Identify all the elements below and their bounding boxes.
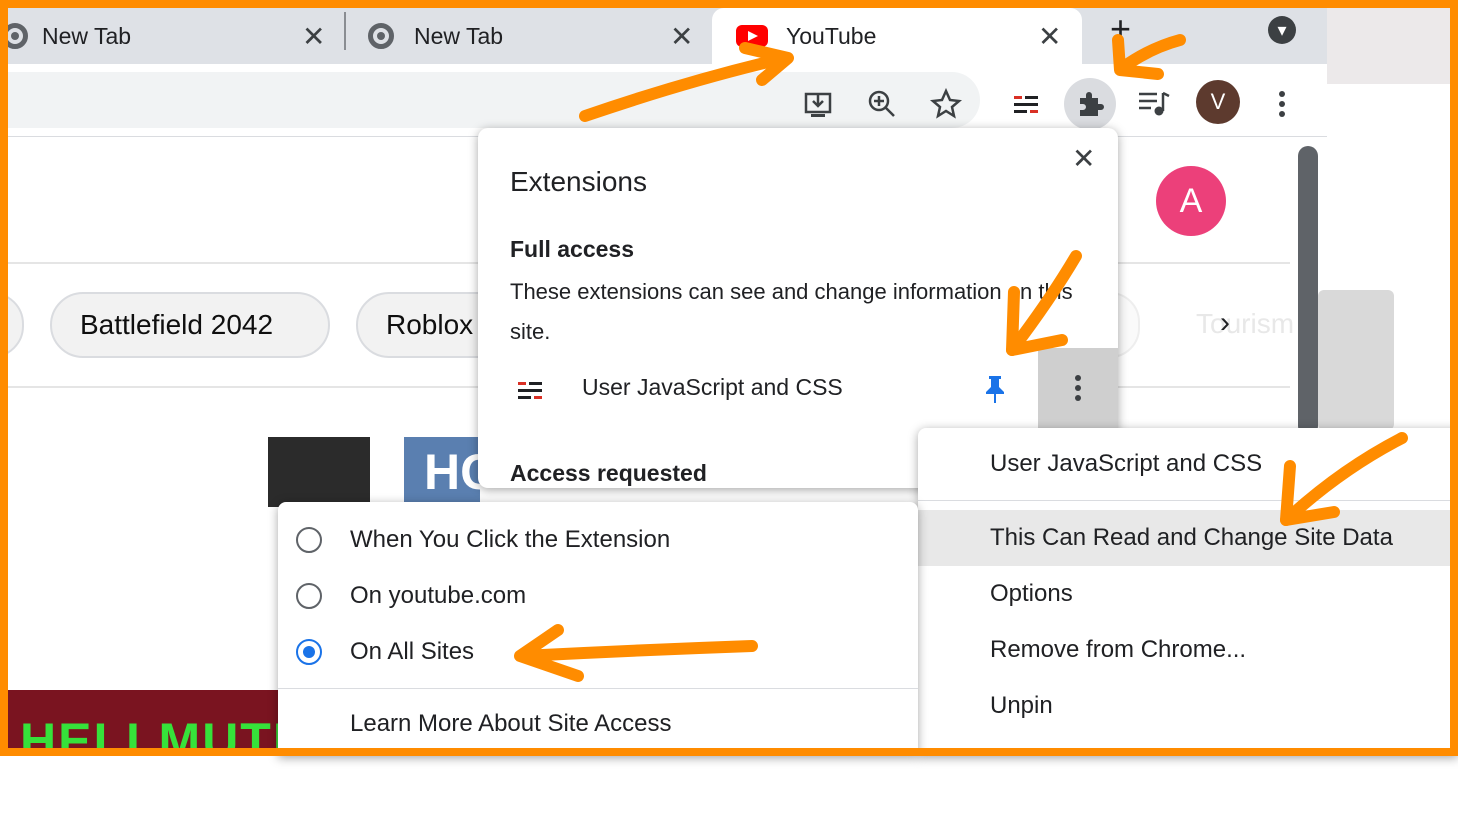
divider <box>278 688 918 689</box>
menu-item-remove[interactable]: Remove from Chrome... <box>918 622 1458 678</box>
user-js-css-icon[interactable] <box>1006 84 1046 124</box>
window-background <box>1327 0 1458 84</box>
profile-avatar[interactable]: V <box>1194 78 1242 126</box>
zoom-icon[interactable] <box>862 84 902 124</box>
close-icon[interactable]: ✕ <box>302 20 325 53</box>
tab-search-icon[interactable]: ▾ <box>1268 16 1296 44</box>
popup-title: Extensions <box>510 166 647 197</box>
radio-button-selected[interactable] <box>296 639 322 665</box>
extension-name: User JavaScript and CSS <box>582 374 843 400</box>
pin-icon[interactable] <box>984 374 1006 411</box>
thumbnail-text: HELLMUTH <box>20 713 280 756</box>
divider <box>918 500 1458 501</box>
youtube-icon <box>736 25 768 47</box>
chip-battlefield[interactable]: Battlefield 2042 <box>50 292 330 358</box>
install-icon[interactable] <box>798 84 838 124</box>
toolbar <box>0 64 1327 137</box>
menu-item-site-data[interactable]: This Can Read and Change Site Data <box>918 510 1458 566</box>
radio-option-on-click[interactable]: When You Click the Extension <box>278 512 918 568</box>
youtube-account-avatar[interactable]: A <box>1156 166 1226 236</box>
chip-partial[interactable] <box>0 292 24 358</box>
tab-label: YouTube <box>786 22 877 49</box>
site-access-submenu: When You Click the Extension On youtube.… <box>278 502 918 756</box>
radio-button[interactable] <box>296 583 322 609</box>
close-icon[interactable]: ✕ <box>1038 20 1061 53</box>
menu-item-options[interactable]: Options <box>918 566 1458 622</box>
tab-new-tab-2[interactable]: New Tab ✕ <box>368 8 712 64</box>
learn-more-link[interactable]: Learn More About Site Access <box>350 710 672 738</box>
chrome-icon <box>368 23 394 49</box>
video-thumbnail[interactable] <box>1318 290 1394 430</box>
user-js-css-icon <box>518 380 542 399</box>
chrome-icon <box>2 23 28 49</box>
more-actions-icon[interactable] <box>1038 348 1118 428</box>
radio-button[interactable] <box>296 527 322 553</box>
access-requested-heading: Access requested <box>510 460 707 486</box>
video-thumbnail[interactable] <box>268 437 370 507</box>
full-access-description: These extensions can see and change info… <box>510 279 1073 344</box>
scrollbar[interactable] <box>1298 146 1318 436</box>
tab-strip: New Tab ✕ New Tab ✕ YouTube ✕ + ▾ <box>0 0 1327 64</box>
new-tab-button[interactable]: + <box>1110 8 1131 50</box>
tab-new-tab-1[interactable]: New Tab ✕ <box>0 8 344 64</box>
tab-separator <box>344 12 346 50</box>
bookmark-star-icon[interactable] <box>926 84 966 124</box>
extension-row[interactable]: User JavaScript and CSS <box>478 348 1118 428</box>
radio-option-on-site[interactable]: On youtube.com <box>278 568 918 624</box>
menu-item-unpin[interactable]: Unpin <box>918 678 1458 734</box>
radio-label: When You Click the Extension <box>350 526 671 553</box>
context-menu-title[interactable]: User JavaScript and CSS <box>918 436 1458 492</box>
radio-label: On All Sites <box>350 638 475 665</box>
chip-tourism-faded[interactable]: Tourism <box>1196 308 1294 340</box>
extensions-puzzle-icon[interactable] <box>1064 78 1116 130</box>
video-thumbnail[interactable]: HELLMUTH <box>0 690 280 756</box>
tab-label: New Tab <box>42 22 132 49</box>
profile-initial: V <box>1196 80 1240 124</box>
close-icon[interactable]: ✕ <box>670 20 693 53</box>
full-access-heading: Full access <box>510 236 635 262</box>
media-queue-icon[interactable] <box>1134 84 1174 124</box>
more-menu-icon[interactable] <box>1262 84 1302 124</box>
video-thumbnail[interactable]: HC <box>404 437 480 507</box>
tab-label: New Tab <box>414 22 504 49</box>
extension-context-menu: User JavaScript and CSS This Can Read an… <box>918 428 1458 756</box>
chevron-right-icon[interactable]: › <box>1220 306 1230 340</box>
tab-youtube[interactable]: YouTube ✕ <box>712 8 1082 64</box>
radio-label: On youtube.com <box>350 582 527 609</box>
close-icon[interactable]: ✕ <box>1072 142 1095 175</box>
radio-option-all-sites[interactable]: On All Sites <box>278 624 918 680</box>
